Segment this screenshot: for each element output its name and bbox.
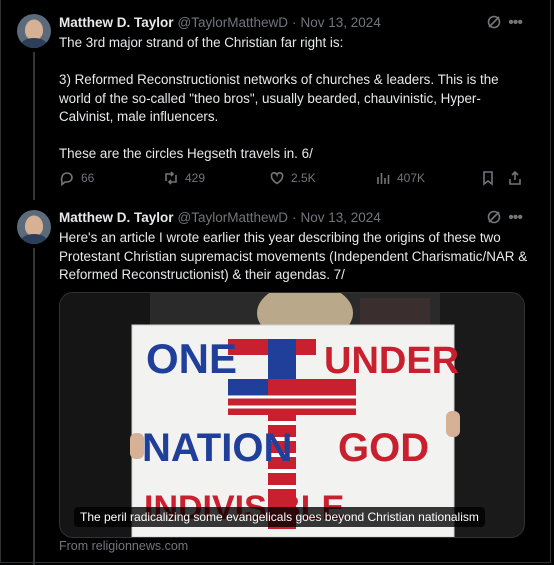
tweet-date[interactable]: Nov 13, 2024 <box>301 210 381 225</box>
sign-word-under: UNDER <box>324 340 459 382</box>
reply-icon <box>60 172 73 186</box>
grok-icon[interactable] <box>486 14 502 30</box>
tweet-text: Here's an article I wrote earlier this y… <box>59 230 531 282</box>
author-name[interactable]: Matthew D. Taylor <box>59 15 174 30</box>
avatar[interactable] <box>17 14 51 48</box>
like-button[interactable]: 2.5K <box>269 170 316 186</box>
author-handle[interactable]: @TaylorMatthewD <box>178 210 289 225</box>
bookmark-icon[interactable] <box>480 170 496 186</box>
separator: · <box>292 14 297 30</box>
card-source[interactable]: From religionnews.com <box>59 539 188 553</box>
avatar[interactable] <box>17 210 51 244</box>
author-name[interactable]: Matthew D. Taylor <box>59 210 174 225</box>
like-icon <box>270 171 284 185</box>
article-image: ONE UNDER NATION GOD INDIVISIBLE <box>60 293 524 537</box>
tweet-header: Matthew D. Taylor @TaylorMatthewD · Nov … <box>59 13 381 31</box>
tweet-date[interactable]: Nov 13, 2024 <box>301 15 381 30</box>
thread-line <box>33 248 35 565</box>
author-handle[interactable]: @TaylorMatthewD <box>178 15 289 30</box>
reply-count: 66 <box>81 171 95 185</box>
views-button[interactable]: 407K <box>375 170 425 186</box>
repost-count: 429 <box>185 171 206 185</box>
tweet-6[interactable]: Matthew D. Taylor @TaylorMatthewD · Nov … <box>0 0 554 200</box>
more-icon[interactable]: ••• <box>508 15 523 31</box>
views-count: 407K <box>397 171 426 185</box>
card-caption: The peril radicalizing some evangelicals… <box>74 507 485 527</box>
grok-icon[interactable] <box>486 209 502 225</box>
separator: · <box>292 209 297 225</box>
tweet-header: Matthew D. Taylor @TaylorMatthewD · Nov … <box>59 208 381 226</box>
reply-button[interactable]: 66 <box>59 170 94 186</box>
views-icon <box>377 173 390 184</box>
repost-icon <box>165 171 177 185</box>
sign-word-nation: NATION <box>142 426 292 470</box>
sign-word-god: GOD <box>338 426 429 470</box>
more-icon[interactable]: ••• <box>508 210 523 226</box>
action-bar: 66 429 2.5K 407K <box>59 170 529 188</box>
link-card[interactable]: ONE UNDER NATION GOD INDIVISIBLE The per… <box>59 292 525 538</box>
repost-button[interactable]: 429 <box>163 170 205 186</box>
like-count: 2.5K <box>291 171 316 185</box>
sign-word-one: ONE <box>146 335 237 382</box>
share-icon[interactable] <box>507 170 523 186</box>
thread-line <box>33 52 35 200</box>
tweet-text: The 3rd major strand of the Christian fa… <box>59 35 499 161</box>
